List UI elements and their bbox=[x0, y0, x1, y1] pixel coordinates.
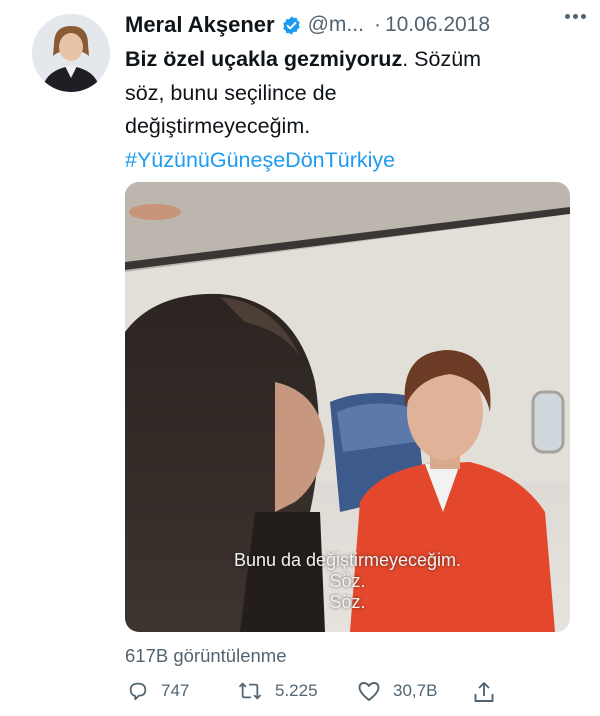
reply-count: 747 bbox=[161, 681, 190, 700]
retweet-button[interactable]: 5.225 bbox=[237, 680, 318, 702]
tweet-header: Meral Akşener @m... · 10.06.2018 bbox=[125, 8, 490, 42]
separator-dot: · bbox=[373, 13, 381, 36]
subtitle-line: Söz. bbox=[329, 571, 366, 591]
like-count: 30,7B bbox=[393, 681, 438, 700]
tweet-actions: 747 5.225 30,7B bbox=[125, 680, 580, 710]
like-button[interactable]: 30,7B bbox=[357, 680, 437, 702]
video-subtitles: Bunu da değiştirmeyeceğim. Söz. Söz. bbox=[125, 550, 570, 613]
tweet-text: Biz özel uçakla gezmiyoruz. Sözüm söz, b… bbox=[125, 43, 580, 177]
retweet-count: 5.225 bbox=[275, 681, 318, 700]
verified-icon bbox=[282, 15, 300, 35]
reply-icon bbox=[129, 682, 147, 701]
tweet-text-rest: . Sözüm bbox=[402, 47, 482, 71]
tweet-text-line-3: değiştirmeyeceğim. bbox=[125, 114, 311, 138]
video-player[interactable]: Bunu da değiştirmeyeceğim. Söz. Söz. bbox=[125, 182, 570, 632]
tweet-date[interactable]: 10.06.2018 bbox=[385, 13, 490, 37]
subtitle-line: Bunu da değiştirmeyeceğim. bbox=[233, 550, 462, 570]
view-count: 617B görüntülenme bbox=[125, 645, 287, 666]
hashtag-link[interactable]: #YüzünüGüneşeDönTürkiye bbox=[125, 144, 580, 178]
author-handle[interactable]: @m... bbox=[308, 13, 364, 37]
tweet-text-bold: Biz özel uçakla gezmiyoruz bbox=[125, 47, 403, 71]
avatar-image bbox=[32, 14, 110, 92]
more-icon[interactable] bbox=[565, 14, 586, 19]
reply-button[interactable]: 747 bbox=[127, 680, 189, 702]
avatar[interactable] bbox=[32, 14, 110, 92]
retweet-icon bbox=[238, 682, 262, 700]
share-icon bbox=[474, 682, 494, 702]
like-icon bbox=[358, 682, 380, 701]
author-name[interactable]: Meral Akşener bbox=[125, 12, 275, 38]
share-button[interactable] bbox=[473, 680, 495, 704]
tweet-text-line-2: söz, bunu seçilince de bbox=[125, 80, 337, 105]
subtitle-line: Söz. bbox=[329, 592, 366, 612]
